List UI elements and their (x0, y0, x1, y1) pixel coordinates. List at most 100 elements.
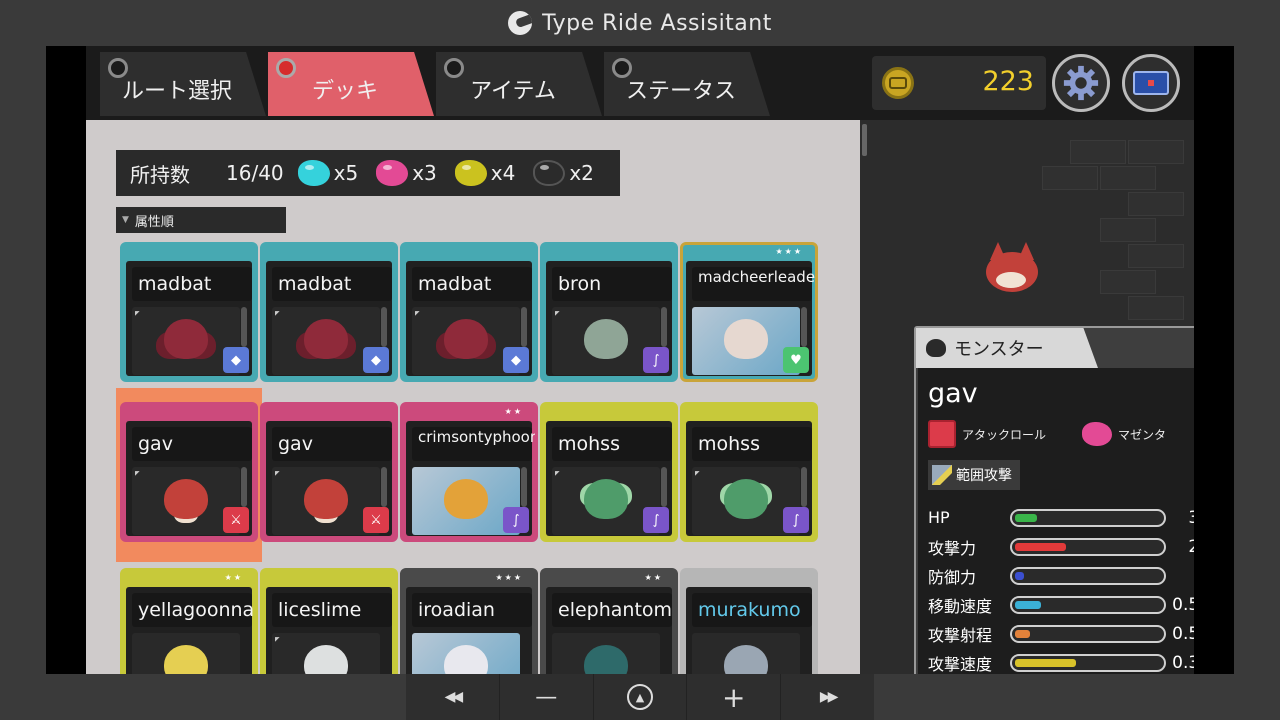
gear-icon (1063, 65, 1099, 101)
map-button[interactable] (1122, 54, 1180, 112)
info-header: モンスター (916, 328, 1098, 368)
rewind-icon: ◀◀ (444, 689, 463, 705)
card-name: yellagoonna (132, 593, 254, 627)
monster-sprite (444, 479, 488, 519)
sort-dropdown[interactable]: ▼ 属性順 (116, 207, 286, 233)
rewind-button[interactable]: ◀◀ (406, 674, 499, 720)
monster-category-icon (926, 339, 946, 357)
playback-controls: ◀◀ — ▲ + ▶▶ (406, 674, 874, 720)
monster-sprite (584, 479, 628, 519)
plus-button[interactable]: + (686, 674, 780, 720)
stat-label: 移動速度 (928, 596, 993, 616)
stat-row: 移動速度 0.50 (928, 590, 1194, 619)
monster-card[interactable]: gav ◤ ⚔ (260, 402, 398, 542)
stat-bar (1010, 624, 1166, 643)
game-screen: ルート選択 デッキ アイテム ステータス 223 所持数 16/40 x5 x3… (46, 46, 1234, 674)
stat-label: 攻撃力 (928, 538, 977, 558)
monster-sprite (164, 479, 208, 519)
monster-card[interactable]: ★★★ iroadian (400, 568, 538, 674)
card-gauge (381, 307, 387, 347)
card-name: madbat (412, 267, 532, 301)
monster-card[interactable]: madbat ◤ ◆ (400, 242, 538, 382)
monster-card[interactable]: murakumo (680, 568, 818, 674)
home-button[interactable]: ▲ (592, 674, 687, 720)
stat-label: 攻撃速度 (928, 654, 993, 674)
card-name: mohss (552, 427, 672, 461)
sort-label: 属性順 (134, 214, 174, 230)
monster-sprite (584, 319, 628, 359)
card-gauge (521, 467, 527, 507)
yellow-gem-icon (454, 160, 487, 186)
role-label: アタックロール (962, 427, 1047, 442)
wall-brick (1128, 140, 1184, 164)
monster-sprite (724, 319, 768, 359)
tab-pin-icon (612, 58, 632, 78)
monster-card[interactable]: ★★ crimsontyphoonjunior ∫ (400, 402, 538, 542)
monster-skill: 範囲攻撃 (928, 460, 1020, 490)
card-art (412, 633, 520, 674)
scrollbar[interactable] (860, 120, 870, 674)
deck-panel: 所持数 16/40 x5 x3 x4 x2 ▼ 属性順 madbat ◤ ◆ m… (86, 120, 860, 674)
wall-brick (1128, 192, 1184, 216)
monster-card[interactable]: ★★ yellagoonna (120, 568, 258, 674)
monster-sprite (304, 319, 348, 359)
stat-row: 防御力 9 (928, 561, 1194, 590)
stat-fill (1015, 513, 1037, 522)
monster-card[interactable]: ★★★ madcheerleaderlilith ♥ (680, 242, 818, 382)
tab-items[interactable]: アイテム (436, 52, 602, 116)
monster-card[interactable]: bron ◤ ∫ (540, 242, 678, 382)
card-name: madcheerleaderlilith (692, 267, 815, 301)
tab-route-select[interactable]: ルート選択 (100, 52, 266, 116)
wall-brick (1128, 296, 1184, 320)
coin-icon (882, 67, 914, 99)
stat-value: 9 (1166, 566, 1194, 586)
map-icon (1133, 71, 1169, 95)
area-attack-icon (932, 465, 952, 485)
card-gauge (801, 467, 807, 507)
card-gauge (801, 307, 807, 347)
heart-icon: ♥ (783, 347, 809, 373)
tab-deck[interactable]: デッキ (268, 52, 434, 116)
monster-card[interactable]: madbat ◤ ◆ (260, 242, 398, 382)
monster-card[interactable]: mohss ◤ ∫ (540, 402, 678, 542)
sword-icon: ⚔ (363, 507, 389, 533)
monster-sprite (444, 319, 488, 359)
stat-fill (1015, 600, 1042, 609)
stat-value: 0.30 (1172, 652, 1194, 673)
info-category: モンスター (954, 339, 1044, 360)
monster-card[interactable]: gav ◤ ⚔ (120, 402, 258, 542)
stat-value: 33 (1188, 507, 1194, 528)
monster-card[interactable]: ★★ elephantom (540, 568, 678, 674)
card-stars: ★★★ (775, 247, 803, 256)
tab-status[interactable]: ステータス (604, 52, 770, 116)
inventory-summary: 所持数 16/40 x5 x3 x4 x2 (116, 150, 620, 196)
tab-label: アイテム (470, 79, 556, 104)
wave-icon: ∫ (643, 347, 669, 373)
fast-forward-button[interactable]: ▶▶ (780, 674, 874, 720)
black-gem-qty: x2 (569, 161, 594, 185)
minus-button[interactable]: — (498, 674, 593, 720)
inventory-label: 所持数 (130, 162, 190, 187)
card-corner-mark: ◤ (135, 470, 140, 477)
card-name: gav (272, 427, 392, 461)
card-grid: madbat ◤ ◆ madbat ◤ ◆ madbat ◤ ◆ bron ◤ … (116, 242, 820, 674)
home-icon: ▲ (626, 684, 653, 710)
monster-card[interactable]: mohss ◤ ∫ (680, 402, 818, 542)
monster-sprite (584, 645, 628, 674)
stat-label: HP (928, 508, 950, 527)
monster-card[interactable]: madbat ◤ ◆ (120, 242, 258, 382)
monster-card[interactable]: liceslime ◤ (260, 568, 398, 674)
monster-sprite (304, 645, 348, 674)
settings-button[interactable] (1052, 54, 1110, 112)
tab-pin-icon (444, 58, 464, 78)
monster-role: アタックロール マゼンタ (928, 420, 1166, 448)
card-art (692, 633, 800, 674)
card-corner-mark: ◤ (695, 470, 700, 477)
wave-icon: ∫ (783, 507, 809, 533)
wall-brick (1042, 166, 1098, 190)
stat-bar (1010, 595, 1166, 614)
scrollbar-thumb[interactable] (862, 124, 867, 156)
card-name: elephantom (552, 593, 672, 627)
stat-bar (1010, 537, 1166, 556)
monster-snout (996, 272, 1026, 288)
